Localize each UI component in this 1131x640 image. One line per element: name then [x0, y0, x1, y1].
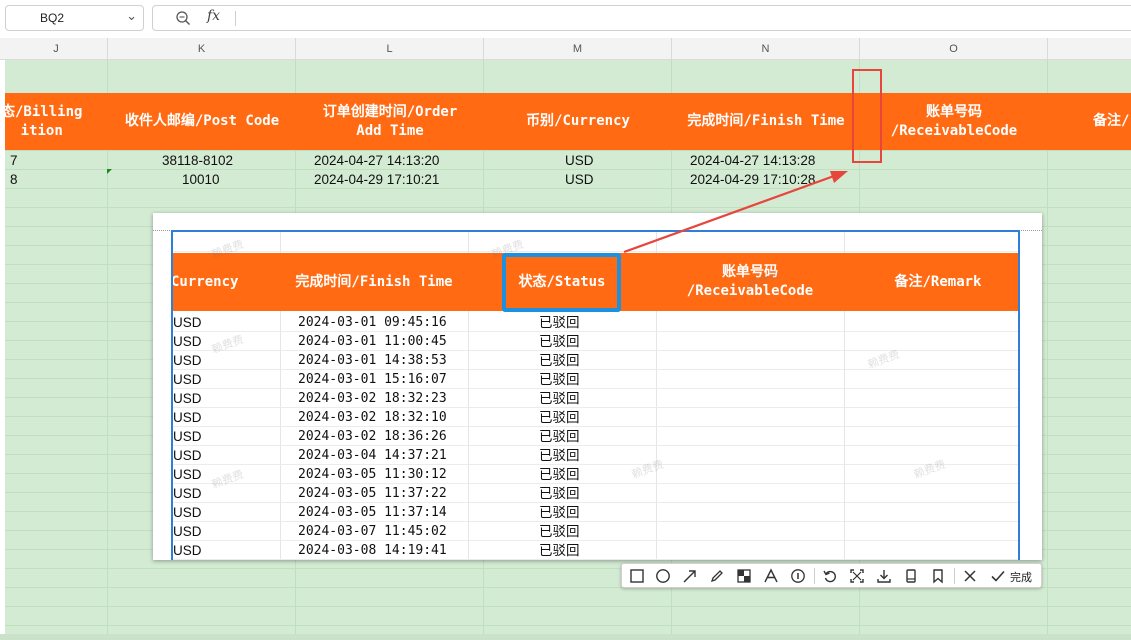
column-header-n[interactable]: N	[672, 38, 860, 60]
column-header-m[interactable]: M	[484, 38, 672, 60]
gridline	[0, 606, 1131, 607]
number-icon[interactable]	[787, 566, 809, 586]
cell-post-code-row2[interactable]: 10010	[182, 170, 220, 189]
header-finish-time[interactable]: 完成时间/Finish Time	[672, 93, 860, 150]
header-post-code[interactable]: 收件人邮编/Post Code	[108, 93, 296, 150]
pen-icon[interactable]	[706, 566, 728, 586]
sheet-tab-strip	[0, 634, 1131, 640]
fx-icon[interactable]: fx	[207, 8, 220, 24]
sheet-header-row: 态/Billing ition 收件人邮编/Post Code 订单创建时间/O…	[1, 93, 1131, 150]
annotation-red-rectangle[interactable]	[852, 69, 882, 163]
arrow-icon[interactable]	[679, 566, 701, 586]
check-icon[interactable]	[987, 566, 1009, 586]
gridline	[0, 207, 1131, 208]
header-remark[interactable]: 备注/	[1093, 93, 1131, 150]
gridline	[0, 625, 1131, 626]
column-header-o[interactable]: O	[860, 38, 1048, 60]
header-receivable-code[interactable]: 账单号码 /ReceivableCode	[860, 93, 1048, 150]
header-order-add-time[interactable]: 订单创建时间/Order Add Time	[296, 93, 484, 150]
screenshot-overlay[interactable]: Currency 完成时间/Finish Time 状态/Status 账单号码…	[153, 213, 1042, 560]
toolbar-divider	[814, 568, 815, 584]
cell-finish-time-row2[interactable]: 2024-04-29 17:10:28	[690, 170, 815, 189]
cell-currency-row2[interactable]: USD	[565, 170, 594, 189]
toolbar-divider	[954, 568, 955, 584]
cell-order-time-row1[interactable]: 2024-04-27 14:13:20	[314, 151, 439, 170]
close-icon[interactable]	[959, 566, 981, 586]
column-header-k[interactable]: K	[108, 38, 296, 60]
download-icon[interactable]	[873, 566, 895, 586]
column-header-l[interactable]: L	[296, 38, 484, 60]
cell-currency-row1[interactable]: USD	[565, 151, 594, 170]
overlay-selection-border	[171, 230, 1020, 560]
ellipse-icon[interactable]	[652, 566, 674, 586]
cell-j-row2[interactable]: 8	[10, 170, 18, 189]
column-header-row: J K L M N O	[0, 38, 1131, 60]
bookmark-icon[interactable]	[927, 566, 949, 586]
name-box-value: BQ2	[40, 11, 65, 25]
formula-bar: BQ2 ⌄ fx	[0, 0, 1131, 38]
mosaic-icon[interactable]	[733, 566, 755, 586]
cell-error-indicator	[107, 169, 112, 174]
zoom-icon[interactable]	[175, 10, 191, 26]
annotation-toolbar: 完成	[621, 563, 1042, 588]
undo-icon[interactable]	[819, 566, 841, 586]
name-box[interactable]: BQ2 ⌄	[5, 5, 144, 31]
scan-icon[interactable]	[846, 566, 868, 586]
pin-icon[interactable]	[900, 566, 922, 586]
cell-order-time-row2[interactable]: 2024-04-29 17:10:21	[314, 170, 439, 189]
text-icon[interactable]	[760, 566, 782, 586]
header-currency[interactable]: 币别/Currency	[484, 93, 672, 150]
header-billing[interactable]: 态/Billing ition	[1, 93, 106, 150]
done-button[interactable]: 完成	[1010, 569, 1032, 585]
formula-divider	[235, 11, 236, 26]
formula-input[interactable]: fx	[152, 5, 1131, 31]
rectangle-icon[interactable]	[626, 566, 648, 586]
cell-j-row1[interactable]: 7	[10, 151, 18, 170]
cell-finish-time-row1[interactable]: 2024-04-27 14:13:28	[690, 151, 815, 170]
column-header-j[interactable]: J	[5, 38, 108, 60]
cell-post-code-row1[interactable]: 38118-8102	[162, 151, 233, 170]
row-header-strip	[0, 60, 5, 640]
chevron-down-icon[interactable]: ⌄	[126, 9, 137, 24]
